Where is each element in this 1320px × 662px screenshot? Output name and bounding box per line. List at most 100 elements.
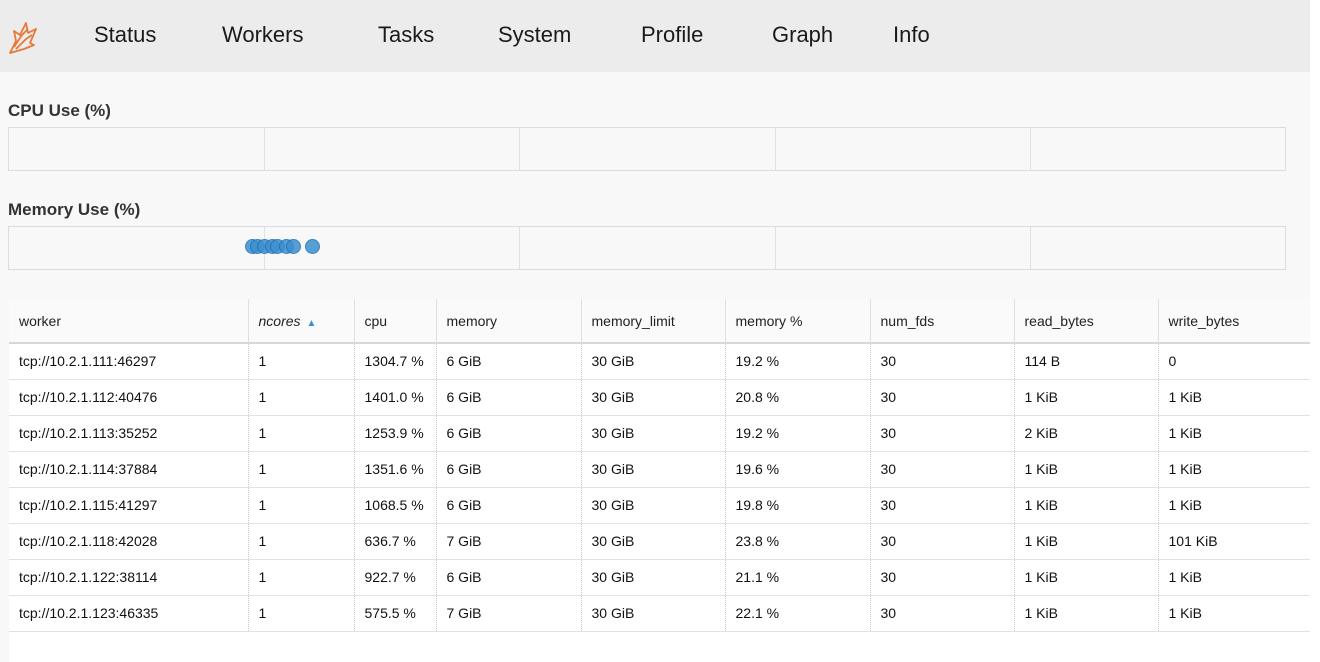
plot-divider [1030, 128, 1031, 170]
table-row[interactable]: tcp://10.2.1.111:46297 1 1304.7 % 6 GiB 30 G… [9, 343, 1310, 380]
write-bytes-cell: 1 KiB [1158, 559, 1310, 596]
memory-limit-cell: 30 GiB [581, 595, 726, 632]
table-row[interactable]: tcp://10.2.1.114:37884 1 1351.6 % 6 GiB 30 G… [9, 451, 1310, 488]
memory-cell: 7 GiB [436, 523, 582, 560]
read-bytes-cell: 2 KiB [1014, 415, 1159, 452]
num-fds-cell: 30 [870, 379, 1015, 416]
write-bytes-cell: 1 KiB [1158, 487, 1310, 524]
memory-limit-cell: 30 GiB [581, 451, 726, 488]
read-bytes-cell: 114 B [1014, 343, 1159, 380]
cpu-cell: 922.7 % [354, 559, 437, 596]
ncores-cell: 1 [248, 451, 355, 488]
column-header-worker[interactable]: worker [9, 299, 249, 344]
workers-table-container: worker ncores ▲ cpu memory memory_limit m… [9, 299, 1310, 662]
memory-cell: 6 GiB [436, 343, 582, 380]
num-fds-cell: 30 [870, 487, 1015, 524]
memory-limit-cell: 30 GiB [581, 415, 726, 452]
memory-percent-cell: 21.1 % [725, 559, 871, 596]
memory-point [286, 239, 301, 254]
column-header-read-bytes[interactable]: read_bytes [1014, 299, 1159, 344]
worker-cell: tcp://10.2.1.111:46297 [9, 343, 249, 380]
navbar: Status Workers Tasks System Profile Grap… [0, 0, 1310, 72]
num-fds-cell: 30 [870, 595, 1015, 632]
plot-divider [1030, 227, 1031, 269]
scrollbar[interactable] [1310, 0, 1320, 662]
column-header-label: ncores [258, 312, 301, 329]
write-bytes-cell: 1 KiB [1158, 379, 1310, 416]
ncores-cell: 1 [248, 379, 355, 416]
cpu-use-plot [8, 127, 1286, 171]
column-header-num-fds[interactable]: num_fds [870, 299, 1015, 344]
cpu-cell: 1068.5 % [354, 487, 437, 524]
column-header-memory-limit[interactable]: memory_limit [581, 299, 726, 344]
worker-cell: tcp://10.2.1.114:37884 [9, 451, 249, 488]
memory-limit-cell: 30 GiB [581, 343, 726, 380]
cpu-cell: 575.5 % [354, 595, 437, 632]
num-fds-cell: 30 [870, 523, 1015, 560]
memory-point [305, 239, 320, 254]
memory-cell: 6 GiB [436, 415, 582, 452]
memory-use-title: Memory Use (%) [8, 200, 141, 219]
nav-info[interactable]: Info [893, 24, 930, 46]
memory-percent-cell: 19.2 % [725, 343, 871, 380]
worker-cell: tcp://10.2.1.115:41297 [9, 487, 249, 524]
worker-cell: tcp://10.2.1.123:46335 [9, 595, 249, 632]
nav-profile[interactable]: Profile [641, 24, 703, 46]
cpu-cell: 1253.9 % [354, 415, 437, 452]
workers-table: worker ncores ▲ cpu memory memory_limit m… [9, 299, 1310, 632]
memory-cell: 7 GiB [436, 595, 582, 632]
read-bytes-cell: 1 KiB [1014, 487, 1159, 524]
ncores-cell: 1 [248, 559, 355, 596]
nav-system[interactable]: System [498, 24, 571, 46]
read-bytes-cell: 1 KiB [1014, 451, 1159, 488]
num-fds-cell: 30 [870, 451, 1015, 488]
table-row[interactable]: tcp://10.2.1.118:42028 1 636.7 % 7 GiB 30 Gi… [9, 523, 1310, 560]
memory-cell: 6 GiB [436, 451, 582, 488]
column-header-write-bytes[interactable]: write_bytes [1158, 299, 1310, 344]
ncores-cell: 1 [248, 523, 355, 560]
ncores-cell: 1 [248, 595, 355, 632]
memory-use-plot [8, 226, 1286, 270]
nav-status[interactable]: Status [94, 24, 156, 46]
plot-divider [519, 128, 520, 170]
memory-percent-cell: 19.6 % [725, 451, 871, 488]
write-bytes-cell: 101 KiB [1158, 523, 1310, 560]
ncores-cell: 1 [248, 415, 355, 452]
memory-percent-cell: 20.8 % [725, 379, 871, 416]
write-bytes-cell: 1 KiB [1158, 415, 1310, 452]
ncores-cell: 1 [248, 343, 355, 380]
column-header-cpu[interactable]: cpu [354, 299, 437, 344]
column-header-memory-percent[interactable]: memory % [725, 299, 871, 344]
table-row[interactable]: tcp://10.2.1.115:41297 1 1068.5 % 6 GiB 30 G… [9, 487, 1310, 524]
memory-percent-cell: 19.2 % [725, 415, 871, 452]
column-header-memory[interactable]: memory [436, 299, 582, 344]
memory-percent-cell: 22.1 % [725, 595, 871, 632]
cpu-cell: 1401.0 % [354, 379, 437, 416]
dask-logo-icon[interactable] [6, 19, 38, 55]
plot-divider [264, 128, 265, 170]
memory-limit-cell: 30 GiB [581, 379, 726, 416]
nav-workers[interactable]: Workers [222, 24, 304, 46]
table-header-row: worker ncores ▲ cpu memory memory_limit m… [9, 299, 1310, 344]
table-row[interactable]: tcp://10.2.1.113:35252 1 1253.9 % 6 GiB 30 G… [9, 415, 1310, 452]
memory-percent-cell: 23.8 % [725, 523, 871, 560]
table-row[interactable]: tcp://10.2.1.122:38114 1 922.7 % 6 GiB 30 Gi… [9, 559, 1310, 596]
memory-limit-cell: 30 GiB [581, 559, 726, 596]
worker-cell: tcp://10.2.1.122:38114 [9, 559, 249, 596]
nav-tasks[interactable]: Tasks [378, 24, 434, 46]
table-row[interactable]: tcp://10.2.1.123:46335 1 575.5 % 7 GiB 30 Gi… [9, 595, 1310, 632]
memory-limit-cell: 30 GiB [581, 487, 726, 524]
plot-divider [775, 227, 776, 269]
memory-percent-cell: 19.8 % [725, 487, 871, 524]
num-fds-cell: 30 [870, 343, 1015, 380]
read-bytes-cell: 1 KiB [1014, 559, 1159, 596]
memory-cell: 6 GiB [436, 487, 582, 524]
worker-cell: tcp://10.2.1.112:40476 [9, 379, 249, 416]
memory-limit-cell: 30 GiB [581, 523, 726, 560]
nav-graph[interactable]: Graph [772, 24, 833, 46]
table-row[interactable]: tcp://10.2.1.112:40476 1 1401.0 % 6 GiB 30 G… [9, 379, 1310, 416]
memory-cell: 6 GiB [436, 559, 582, 596]
column-header-ncores[interactable]: ncores ▲ [248, 299, 355, 344]
worker-cell: tcp://10.2.1.113:35252 [9, 415, 249, 452]
num-fds-cell: 30 [870, 415, 1015, 452]
